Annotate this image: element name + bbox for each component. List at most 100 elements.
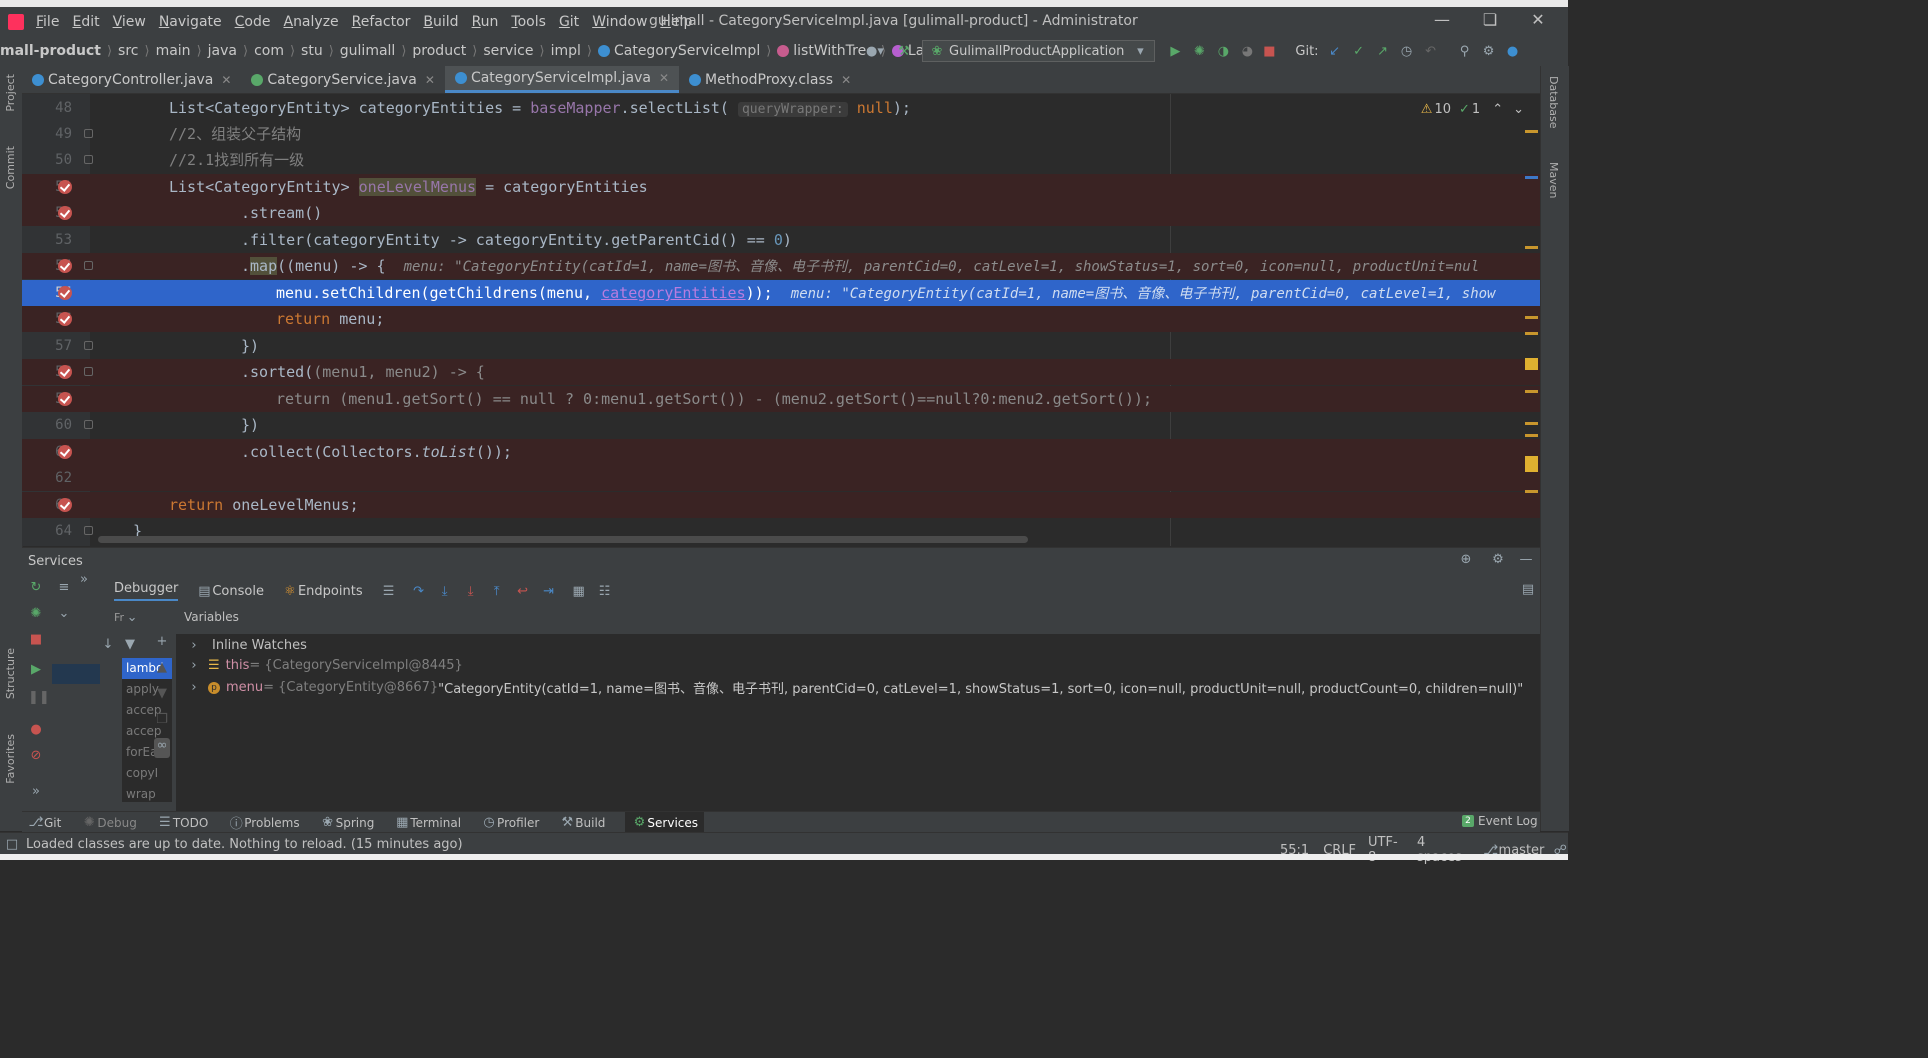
chevron-right-icon[interactable]: › bbox=[186, 658, 202, 673]
pause-icon[interactable]: ❚❚ bbox=[28, 690, 50, 722]
tab-endpoints[interactable]: Endpoints bbox=[298, 584, 363, 599]
restore-icon[interactable]: ❏ bbox=[1478, 10, 1502, 32]
breakpoint-icon[interactable] bbox=[58, 206, 72, 220]
frame-item[interactable]: copyI bbox=[122, 763, 172, 784]
error-stripe-mark[interactable] bbox=[1525, 332, 1538, 335]
more-icon[interactable]: » bbox=[76, 572, 92, 587]
git-push-icon[interactable]: ↗ bbox=[1375, 44, 1391, 59]
menu-code[interactable]: Code bbox=[235, 14, 271, 30]
inspection-widget[interactable]: ⚠ 10 ✓ 1 ⌃ ⌄ bbox=[1421, 102, 1524, 117]
minimize-panel-icon[interactable]: — bbox=[1518, 552, 1534, 567]
event-log-button[interactable]: 2 Event Log bbox=[1462, 814, 1538, 828]
horizontal-scrollbar[interactable] bbox=[98, 536, 1028, 543]
breakpoint-icon[interactable] bbox=[58, 259, 72, 273]
indent-setting[interactable]: 4 spaces bbox=[1417, 835, 1473, 865]
hammer-icon[interactable]: ⚒ bbox=[896, 44, 912, 59]
git-update-icon[interactable]: ↙ bbox=[1327, 44, 1343, 59]
breakpoint-icon[interactable] bbox=[58, 392, 72, 406]
rollback-icon[interactable]: ↶ bbox=[1423, 44, 1439, 59]
add-watch-icon[interactable]: + bbox=[154, 634, 170, 660]
tab-debugger[interactable]: Debugger bbox=[114, 581, 179, 601]
menu-run[interactable]: Run bbox=[472, 14, 499, 30]
breadcrumb-src[interactable]: src bbox=[118, 43, 138, 59]
tab-close-icon[interactable]: ✕ bbox=[425, 73, 435, 87]
chevron-down-icon[interactable]: ⌄ bbox=[124, 610, 140, 625]
resume-icon[interactable]: ▶ bbox=[28, 662, 44, 690]
git-commit-icon[interactable]: ✓ bbox=[1351, 44, 1367, 59]
code-editor[interactable]: 48 List<CategoryEntity> categoryEntities… bbox=[22, 94, 1540, 546]
debug-icon[interactable]: ✺ bbox=[1191, 44, 1207, 59]
stop-icon[interactable]: ■ bbox=[1261, 44, 1277, 59]
gear-icon[interactable]: ⚙ bbox=[1490, 552, 1506, 567]
breakpoint-icon[interactable] bbox=[58, 445, 72, 459]
error-stripe-mark[interactable] bbox=[1525, 358, 1538, 370]
evaluate-icon[interactable]: ▦ bbox=[571, 584, 587, 599]
trace-icon[interactable]: ☷ bbox=[597, 584, 613, 599]
breadcrumb-stu[interactable]: stu bbox=[301, 43, 323, 59]
database-tool-button[interactable]: Database bbox=[1547, 76, 1560, 129]
mute-breakpoints-icon[interactable]: ⊘ bbox=[28, 748, 44, 784]
breadcrumb-class[interactable]: CategoryServiceImpl bbox=[614, 43, 760, 59]
fold-icon[interactable] bbox=[84, 420, 93, 429]
error-stripe-mark[interactable] bbox=[1525, 316, 1538, 319]
chevron-down-icon[interactable]: ⌄ bbox=[1513, 102, 1524, 117]
menu-file[interactable]: File bbox=[36, 14, 59, 30]
glasses-icon[interactable]: ∞ bbox=[154, 738, 170, 758]
menu-view[interactable]: View bbox=[113, 14, 146, 30]
step-over-icon[interactable]: ↷ bbox=[411, 584, 427, 599]
toolwindow-terminal[interactable]: Terminal bbox=[410, 816, 461, 830]
breadcrumb-method[interactable]: listWithTree bbox=[793, 43, 875, 59]
tab-close-icon[interactable]: ✕ bbox=[841, 73, 851, 87]
rerun-icon[interactable]: ↻ bbox=[28, 580, 44, 606]
menu-tools[interactable]: Tools bbox=[511, 14, 546, 30]
breadcrumb-module[interactable]: mall-product bbox=[0, 43, 101, 59]
chevron-down-icon[interactable]: ⌄ bbox=[56, 606, 72, 632]
error-stripe-mark[interactable] bbox=[1525, 246, 1538, 249]
variable-row[interactable]: › p menu = {CategoryEntity@8667} "Catego… bbox=[186, 678, 1523, 697]
toolwindow-todo[interactable]: TODO bbox=[173, 816, 208, 830]
error-stripe-mark[interactable] bbox=[1525, 490, 1538, 493]
move-up-icon[interactable]: ▲ bbox=[154, 660, 170, 686]
gear-icon[interactable]: ⚙ bbox=[1481, 44, 1497, 59]
view-breakpoints-icon[interactable]: ● bbox=[28, 722, 44, 748]
breakpoint-icon[interactable] bbox=[58, 286, 72, 300]
favorites-tool-button[interactable]: Favorites bbox=[4, 734, 17, 784]
toolwindow-debug[interactable]: Debug bbox=[97, 816, 136, 830]
crosshair-icon[interactable]: ⊕ bbox=[1458, 552, 1474, 567]
breadcrumb-java[interactable]: java bbox=[208, 43, 237, 59]
variable-row[interactable]: › Inline Watches bbox=[186, 638, 307, 653]
frame-item[interactable]: wrap bbox=[122, 784, 172, 802]
fold-icon[interactable] bbox=[84, 129, 93, 138]
step-into-icon[interactable]: ⤓ bbox=[437, 584, 453, 599]
breakpoint-icon[interactable] bbox=[58, 312, 72, 326]
tab-close-icon[interactable]: ✕ bbox=[221, 73, 231, 87]
menu-window[interactable]: Window bbox=[592, 14, 647, 30]
arrow-down-icon[interactable]: ↓ bbox=[100, 637, 116, 652]
breakpoint-icon[interactable] bbox=[58, 180, 72, 194]
structure-tool-button[interactable]: Structure bbox=[4, 648, 17, 699]
error-stripe-mark[interactable] bbox=[1525, 456, 1538, 472]
menu-refactor[interactable]: Refactor bbox=[352, 14, 411, 30]
tab-console[interactable]: Console bbox=[212, 584, 264, 599]
file-encoding[interactable]: UTF-8 bbox=[1368, 835, 1405, 865]
breadcrumb-impl[interactable]: impl bbox=[551, 43, 581, 59]
collapse-all-icon[interactable]: ≡ bbox=[56, 580, 72, 606]
project-tool-button[interactable]: Project bbox=[4, 74, 17, 112]
error-stripe-mark[interactable] bbox=[1525, 176, 1538, 179]
error-stripe-mark[interactable] bbox=[1525, 434, 1538, 437]
chevron-right-icon[interactable]: › bbox=[186, 680, 202, 695]
history-icon[interactable]: ◷ bbox=[1399, 44, 1415, 59]
user-icon[interactable]: ●▾ bbox=[866, 44, 884, 59]
fold-icon[interactable] bbox=[84, 155, 93, 164]
breadcrumb-gulimall[interactable]: gulimall bbox=[340, 43, 396, 59]
tab-category-service[interactable]: CategoryService.java ✕ bbox=[241, 66, 445, 93]
fold-icon[interactable] bbox=[84, 367, 93, 376]
step-out-icon[interactable]: ⤒ bbox=[489, 584, 505, 599]
tab-category-controller[interactable]: CategoryController.java ✕ bbox=[22, 66, 241, 93]
search-icon[interactable]: ⚲ bbox=[1457, 44, 1473, 59]
error-stripe-mark[interactable] bbox=[1525, 422, 1538, 425]
toolwindow-git[interactable]: Git bbox=[44, 816, 61, 830]
fold-icon[interactable] bbox=[84, 526, 93, 535]
chevron-right-icon[interactable]: › bbox=[186, 638, 202, 653]
debug-icon[interactable]: ✺ bbox=[28, 606, 44, 632]
